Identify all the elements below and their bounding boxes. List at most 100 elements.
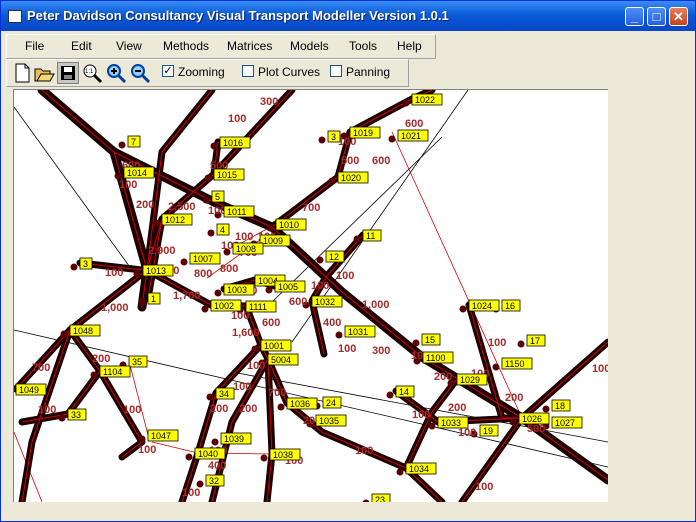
node-dot[interactable] bbox=[90, 371, 98, 379]
node-label[interactable]: 1034 bbox=[405, 462, 437, 475]
node-label[interactable]: 19 bbox=[479, 424, 499, 437]
node-dot[interactable] bbox=[428, 422, 436, 430]
node-label[interactable]: 34 bbox=[215, 387, 235, 400]
zoom-in-icon[interactable] bbox=[105, 62, 127, 84]
node-dot[interactable] bbox=[210, 142, 218, 150]
node-label[interactable]: 1007 bbox=[189, 252, 221, 265]
node-dot[interactable] bbox=[133, 270, 141, 278]
plot-curves-checkbox[interactable] bbox=[242, 65, 254, 77]
node-dot[interactable] bbox=[492, 363, 500, 371]
node-dot[interactable] bbox=[277, 403, 285, 411]
node-label[interactable]: 1035 bbox=[315, 414, 347, 427]
node-label[interactable]: 32 bbox=[205, 474, 225, 487]
node-label[interactable]: 1005 bbox=[274, 280, 306, 293]
node-label[interactable]: 1008 bbox=[232, 242, 264, 255]
node-label[interactable]: 1016 bbox=[219, 136, 251, 149]
node-label[interactable]: 12 bbox=[325, 250, 345, 263]
node-label[interactable]: 1038 bbox=[269, 448, 301, 461]
node-label[interactable]: 1029 bbox=[456, 373, 488, 386]
node-dot[interactable] bbox=[201, 305, 209, 313]
maximize-button[interactable]: □ bbox=[647, 7, 666, 26]
node-dot[interactable] bbox=[207, 229, 215, 237]
node-label[interactable]: 1009 bbox=[259, 234, 291, 247]
node-label[interactable]: 1011 bbox=[223, 205, 255, 218]
node-label[interactable]: 1111 bbox=[245, 300, 277, 313]
node-label[interactable]: 11 bbox=[362, 229, 382, 242]
minimize-button[interactable]: _ bbox=[625, 7, 644, 26]
node-dot[interactable] bbox=[388, 135, 396, 143]
node-label[interactable]: 1047 bbox=[147, 429, 179, 442]
node-dot[interactable] bbox=[204, 174, 212, 182]
node-label[interactable]: 4 bbox=[216, 223, 230, 236]
node-dot[interactable] bbox=[265, 286, 273, 294]
menu-tools[interactable]: Tools bbox=[349, 39, 377, 53]
node-label[interactable]: 5 bbox=[211, 190, 225, 203]
node-label[interactable]: 1048 bbox=[69, 324, 101, 337]
node-label[interactable]: 5004 bbox=[267, 353, 299, 366]
node-label[interactable]: 24 bbox=[322, 396, 342, 409]
node-dot[interactable] bbox=[412, 339, 420, 347]
node-dot[interactable] bbox=[362, 499, 370, 503]
node-label[interactable]: 1049 bbox=[15, 383, 47, 396]
node-label[interactable]: 1039 bbox=[220, 432, 252, 445]
zoom-out-icon[interactable] bbox=[129, 62, 151, 84]
zooming-checkbox[interactable]: ✓ bbox=[162, 65, 174, 77]
node-label[interactable]: 3 bbox=[327, 130, 341, 143]
node-label[interactable]: 7 bbox=[127, 135, 141, 148]
node-label[interactable]: 1020 bbox=[337, 171, 369, 184]
node-dot[interactable] bbox=[251, 345, 259, 353]
menu-models[interactable]: Models bbox=[290, 39, 329, 53]
node-dot[interactable] bbox=[138, 298, 146, 306]
node-dot[interactable] bbox=[60, 330, 68, 338]
node-dot[interactable] bbox=[542, 405, 550, 413]
save-disk-icon[interactable] bbox=[57, 62, 79, 84]
zoom-fit-icon[interactable]: 1:1 bbox=[81, 62, 103, 84]
node-label[interactable]: 23 bbox=[371, 493, 391, 502]
node-label[interactable]: 1026 bbox=[518, 412, 550, 425]
node-label[interactable]: 17 bbox=[526, 334, 546, 347]
node-label[interactable]: 14 bbox=[395, 385, 415, 398]
network-link[interactable] bbox=[264, 355, 446, 502]
node-label[interactable]: 1036 bbox=[286, 397, 318, 410]
node-dot[interactable] bbox=[260, 454, 268, 462]
node-dot[interactable] bbox=[58, 414, 66, 422]
node-label[interactable]: 1040 bbox=[194, 447, 226, 460]
node-dot[interactable] bbox=[152, 219, 160, 227]
node-dot[interactable] bbox=[138, 435, 146, 443]
node-label[interactable]: 18 bbox=[551, 399, 571, 412]
node-label[interactable]: 1010 bbox=[275, 218, 307, 231]
node-dot[interactable] bbox=[316, 256, 324, 264]
node-dot[interactable] bbox=[459, 305, 467, 313]
node-label[interactable]: 16 bbox=[501, 299, 521, 312]
new-file-icon[interactable] bbox=[11, 62, 33, 84]
close-button[interactable]: ✕ bbox=[669, 7, 688, 26]
node-label[interactable]: 1150 bbox=[501, 357, 533, 370]
node-label[interactable]: 1001 bbox=[260, 339, 292, 352]
node-label[interactable]: 1104 bbox=[99, 365, 131, 378]
network-link[interactable] bbox=[18, 367, 104, 426]
node-label[interactable]: 1013 bbox=[142, 264, 174, 277]
node-label[interactable]: 1015 bbox=[213, 168, 245, 181]
node-dot[interactable] bbox=[206, 393, 214, 401]
menu-help[interactable]: Help bbox=[397, 39, 422, 53]
node-label[interactable]: 35 bbox=[128, 355, 148, 368]
menu-matrices[interactable]: Matrices bbox=[227, 39, 272, 53]
node-dot[interactable] bbox=[353, 235, 361, 243]
node-dot[interactable] bbox=[202, 196, 210, 204]
node-dot[interactable] bbox=[180, 258, 188, 266]
node-dot[interactable] bbox=[214, 289, 222, 297]
node-dot[interactable] bbox=[509, 418, 517, 426]
menu-methods[interactable]: Methods bbox=[163, 39, 209, 53]
network-link[interactable] bbox=[37, 90, 152, 312]
node-dot[interactable] bbox=[402, 99, 410, 107]
node-label[interactable]: 1024 bbox=[468, 299, 500, 312]
node-label[interactable]: 1021 bbox=[397, 129, 429, 142]
network-map[interactable]: 300 100 600 100 500 600 600 100 500 200 2,500 100 70… bbox=[14, 90, 608, 502]
node-label[interactable]: 1031 bbox=[344, 325, 376, 338]
title-bar[interactable]: Peter Davidson Consultancy Visual Transp… bbox=[1, 1, 695, 31]
node-label[interactable]: 1002 bbox=[210, 299, 242, 312]
node-dot[interactable] bbox=[70, 263, 78, 271]
node-dot[interactable] bbox=[396, 468, 404, 476]
node-label[interactable]: 1022 bbox=[411, 93, 443, 106]
node-label[interactable]: 1027 bbox=[551, 416, 583, 429]
